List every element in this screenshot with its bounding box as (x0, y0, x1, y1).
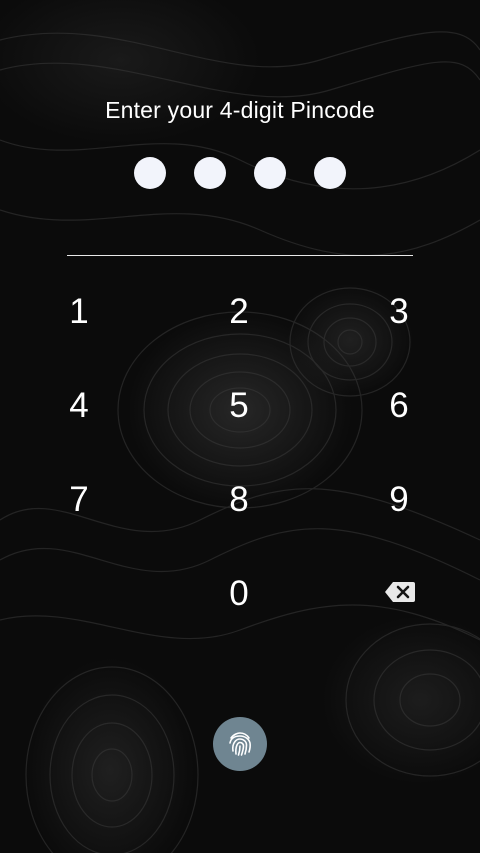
fingerprint-button[interactable] (213, 717, 267, 771)
backspace-button[interactable] (380, 577, 420, 607)
keypad-key-2[interactable]: 2 (194, 277, 284, 347)
divider-line (67, 255, 413, 256)
backspace-icon (385, 582, 415, 602)
pin-entry-indicator (0, 157, 480, 189)
keypad-key-6[interactable]: 6 (354, 371, 444, 441)
keypad-key-5[interactable]: 5 (194, 371, 284, 441)
keypad-key-9[interactable]: 9 (354, 465, 444, 535)
pin-dot (314, 157, 346, 189)
pin-dot (254, 157, 286, 189)
lock-screen: Enter your 4-digit Pincode 1 2 3 4 5 6 7… (0, 0, 480, 853)
pin-dot (194, 157, 226, 189)
keypad-key-4[interactable]: 4 (34, 371, 124, 441)
keypad-key-0[interactable]: 0 (194, 559, 284, 629)
keypad-key-3[interactable]: 3 (354, 277, 444, 347)
keypad-key-7[interactable]: 7 (34, 465, 124, 535)
keypad-key-8[interactable]: 8 (194, 465, 284, 535)
pin-prompt-text: Enter your 4-digit Pincode (105, 97, 375, 123)
pin-dot (134, 157, 166, 189)
fingerprint-icon (229, 732, 251, 756)
keypad-key-1[interactable]: 1 (34, 277, 124, 347)
